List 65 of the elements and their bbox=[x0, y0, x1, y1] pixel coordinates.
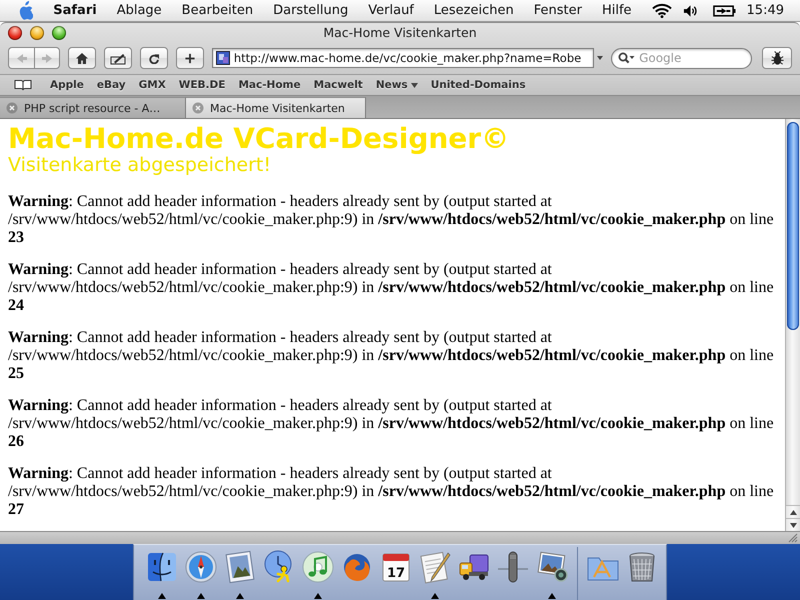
window-title: Mac-Home Visitenkarten bbox=[323, 25, 477, 40]
bug-icon bbox=[770, 50, 785, 66]
warning-message: Warning: Cannot add header information - headers already sent by (output started at /srv/www/htdocs/web52/html/vc/cookie_maker.php:9) in /srv/www/htdocs/web52/html/vc/cookie_maker.php on line 23 bbox=[8, 193, 775, 247]
browser-tab[interactable]: PHP script resource - A… bbox=[0, 97, 186, 118]
up-arrow-icon bbox=[790, 510, 796, 514]
status-message: Visitenkarte abgespeichert! bbox=[8, 154, 272, 177]
close-button[interactable] bbox=[8, 26, 22, 40]
warning-message: Warning: Cannot add header information - headers already sent by (output started at /srv/www/htdocs/web52/html/vc/cookie_maker.php:9) in /srv/www/htdocs/web52/html/vc/cookie_maker.php on line 26 bbox=[8, 397, 775, 451]
menu-item[interactable]: Fenster bbox=[534, 3, 582, 18]
menu-item[interactable]: Verlauf bbox=[368, 3, 414, 18]
edit-button[interactable] bbox=[104, 47, 132, 69]
battery-icon[interactable] bbox=[712, 4, 736, 16]
site-icon bbox=[216, 51, 230, 65]
photo-icon[interactable] bbox=[534, 550, 568, 584]
house-icon bbox=[74, 52, 89, 64]
wifi-icon[interactable] bbox=[652, 3, 672, 18]
warning-message: Warning: Cannot add header information - headers already sent by (output started at /srv/www/htdocs/web52/html/vc/cookie_maker.php:9) in /srv/www/htdocs/web52/html/vc/cookie_maker.php on line 27 bbox=[8, 465, 775, 519]
menu-item[interactable]: Darstellung bbox=[273, 3, 348, 18]
plus-icon bbox=[184, 52, 196, 64]
bookmark-link[interactable]: GMX bbox=[138, 79, 166, 91]
menu-item[interactable]: Safari bbox=[53, 3, 97, 18]
address-field[interactable]: http://www.mac-home.de/vc/cookie_maker.php?name=Robe bbox=[212, 48, 594, 68]
bookmark-link[interactable]: WEB.DE bbox=[178, 79, 226, 91]
document-icon[interactable] bbox=[418, 550, 452, 584]
add-bookmark-button[interactable] bbox=[176, 47, 204, 69]
bookmark-link[interactable]: Mac-Home bbox=[238, 79, 301, 91]
bookmark-link[interactable]: United-Domains bbox=[430, 79, 526, 91]
apple-icon[interactable] bbox=[17, 1, 34, 20]
search-icon[interactable] bbox=[618, 52, 636, 64]
resize-grip-icon[interactable] bbox=[788, 533, 798, 543]
page-heading: Mac-Home.de VCard-Designer© bbox=[8, 123, 510, 154]
menu-clock[interactable]: 15:49 bbox=[746, 3, 784, 18]
menu-item[interactable]: Ablage bbox=[116, 3, 162, 18]
menu-item[interactable]: Hilfe bbox=[602, 3, 632, 18]
bookmark-link[interactable]: News bbox=[376, 79, 418, 91]
scrollbar-track[interactable] bbox=[785, 119, 800, 531]
reload-icon bbox=[148, 52, 160, 64]
close-icon[interactable] bbox=[6, 102, 18, 114]
zoom-button[interactable] bbox=[52, 26, 66, 40]
volume-icon[interactable] bbox=[682, 4, 698, 18]
book-icon[interactable] bbox=[14, 79, 32, 91]
right-arrow-icon bbox=[41, 52, 53, 64]
home-button[interactable] bbox=[68, 47, 96, 69]
menu-item[interactable]: Bearbeiten bbox=[182, 3, 254, 18]
compass-icon[interactable] bbox=[184, 550, 218, 584]
reload-button[interactable] bbox=[140, 47, 168, 69]
minimize-button[interactable] bbox=[30, 26, 44, 40]
caret-icon[interactable] bbox=[597, 56, 604, 60]
microphone-icon[interactable] bbox=[496, 550, 530, 584]
music-note-icon[interactable] bbox=[300, 550, 334, 584]
left-arrow-icon bbox=[16, 52, 28, 64]
bookmark-link[interactable]: Apple bbox=[50, 79, 84, 91]
bug-button[interactable] bbox=[762, 47, 792, 69]
bookmark-link[interactable]: eBay bbox=[96, 79, 126, 91]
menu-item[interactable]: Lesezeichen bbox=[434, 3, 514, 18]
bookmark-link[interactable]: Macwelt bbox=[314, 79, 363, 91]
search-field[interactable]: Google bbox=[611, 48, 752, 68]
warning-message: Warning: Cannot add header information - headers already sent by (output started at /srv/www/htdocs/web52/html/vc/cookie_maker.php:9) in /srv/www/htdocs/web52/html/vc/cookie_maker.php on line 24 bbox=[8, 261, 775, 315]
scrollbar-thumb[interactable] bbox=[787, 122, 799, 330]
down-arrow-icon bbox=[790, 522, 796, 528]
browser-tab[interactable]: Mac-Home Visitenkarten bbox=[186, 97, 366, 118]
scroll-down-button[interactable] bbox=[786, 518, 800, 531]
pencil-icon bbox=[110, 52, 126, 64]
scroll-up-button[interactable] bbox=[786, 505, 800, 518]
warning-message: Warning: Cannot add header information - headers already sent by (output started at /srv/www/htdocs/web52/html/vc/cookie_maker.php:9) in /srv/www/htdocs/web52/html/vc/cookie_maker.php on line 25 bbox=[8, 329, 775, 383]
